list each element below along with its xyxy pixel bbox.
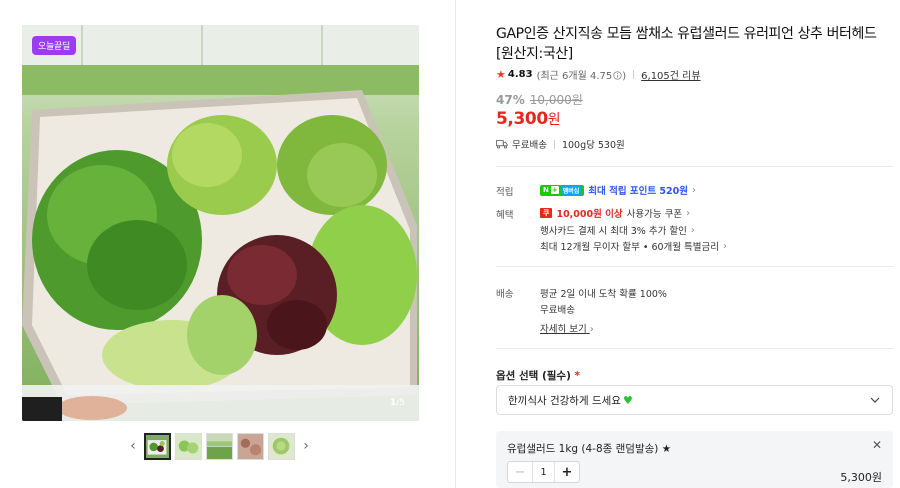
thumbnail-2[interactable]	[175, 432, 202, 460]
truck-icon	[496, 140, 508, 149]
discount-rate: 47%	[496, 93, 525, 107]
main-product-image[interactable]: 오늘끝딜 1/5	[22, 25, 419, 421]
thumbnail-image	[269, 433, 294, 459]
original-price: 10,000원	[529, 93, 583, 107]
delivery-eta: 평균 2일 이내 도착 확률 100%	[540, 289, 667, 300]
recent-rating: (최근 6개월 4.75)	[537, 67, 627, 82]
card-discount-text: 행사카드 결제 시 최대 3% 추가 할인	[540, 226, 687, 237]
delivery-detail-text: 자세히 보기	[540, 324, 587, 335]
coupon-amount: 10,000원 이상	[556, 209, 623, 220]
rating-separator	[633, 70, 635, 79]
thumbnail-4[interactable]	[237, 432, 264, 460]
divider	[496, 166, 894, 167]
npay-plus: +	[550, 186, 559, 194]
rating-score: 4.83	[507, 69, 533, 80]
close-icon[interactable]: ✕	[872, 438, 882, 452]
chevron-right-icon: ›	[686, 207, 691, 219]
green-heart-icon: ♥	[622, 393, 633, 407]
chevron-down-icon	[870, 397, 880, 403]
delivery-detail-link[interactable]: 자세히 보기 ›	[540, 321, 594, 335]
shipping-separator	[553, 139, 555, 149]
thumbnail-image	[238, 433, 263, 459]
product-info-panel: GAP인증 산지직송 모듬 쌈채소 유럽샐러드 유러피언 상추 버터헤드 [원산…	[496, 0, 894, 488]
column-divider	[455, 0, 456, 488]
divider	[496, 348, 894, 349]
sale-price: 5,300원	[496, 109, 561, 129]
coupon-row[interactable]: 쿠 10,000원 이상 사용가능 쿠폰 ›	[540, 206, 690, 220]
product-title: GAP인증 산지직송 모듬 쌈채소 유럽샐러드 유러피언 상추 버터헤드 [원산…	[496, 26, 877, 62]
chevron-right-icon: ›	[691, 184, 696, 196]
chevron-right-icon: ›	[303, 438, 309, 454]
option-label: 옵션 선택 (필수) *	[496, 368, 580, 383]
option-selected-value-wrap: 한끼식사 건강하게 드세요 ♥	[508, 393, 633, 408]
option-selected-value: 한끼식사 건강하게 드세요	[508, 394, 621, 407]
required-mark: *	[574, 370, 581, 382]
thumbnail-strip: ‹ ›	[126, 431, 313, 461]
selected-option-price: 5,300원	[840, 471, 882, 484]
thumbnail-image	[146, 434, 169, 458]
chevron-right-icon: ›	[723, 240, 727, 252]
coupon-text: 사용가능 쿠폰	[626, 209, 683, 220]
star-icon: ★	[496, 68, 506, 81]
installment-row[interactable]: 최대 12개월 무이자 할부 • 60개월 특별금리 ›	[540, 239, 727, 254]
delivery-label: 배송	[496, 289, 514, 300]
sale-price-amount: 5,300	[496, 109, 548, 129]
installment-text: 최대 12개월 무이자 할부 • 60개월 특별금리	[540, 242, 719, 253]
rating-row: ★ 4.83 (최근 6개월 4.75) 6,105건 리뷰	[496, 67, 701, 82]
image-counter: 1/5	[390, 398, 405, 408]
lettuce-box-photo	[22, 25, 419, 421]
quantity-stepper: − 1 +	[507, 461, 580, 483]
selected-option-box: 유럽샐러드 1kg (4-8종 랜덤발송) ★ ✕ − 1 + 5,300원	[496, 431, 893, 488]
thumbnail-next-button[interactable]: ›	[299, 432, 313, 460]
max-points-text: 최대 적립 포인트 520원	[588, 186, 688, 197]
quantity-decrease-button[interactable]: −	[508, 462, 532, 482]
points-label: 적립	[496, 187, 514, 198]
npay-n: N	[543, 186, 549, 194]
today-deal-badge: 오늘끝딜	[32, 36, 76, 55]
recent-rating-text: (최근 6개월 4.75	[536, 71, 613, 82]
thumbnail-prev-button[interactable]: ‹	[126, 432, 140, 460]
quantity-value[interactable]: 1	[532, 462, 555, 482]
npay-membership-badge: N + 멤버십	[540, 184, 585, 196]
coupon-icon: 쿠	[540, 208, 553, 218]
points-row[interactable]: N + 멤버십 최대 적립 포인트 520원 ›	[540, 183, 696, 197]
shipping-row: 무료배송 100g당 530원	[496, 137, 625, 151]
option-label-text: 옵션 선택 (필수)	[496, 370, 571, 382]
chevron-right-icon: ›	[690, 224, 695, 236]
thumbnail-image	[176, 433, 201, 459]
option-select[interactable]: 한끼식사 건강하게 드세요 ♥	[496, 385, 893, 415]
delivery-fee: 무료배송	[540, 305, 575, 316]
recent-rating-close: )	[622, 71, 627, 82]
npay-membership: 멤버십	[560, 185, 582, 195]
chevron-right-icon: ›	[589, 324, 594, 335]
benefits-label: 혜택	[496, 210, 514, 221]
review-count-link[interactable]: 6,105건 리뷰	[641, 67, 700, 82]
discount-row: 47% 10,000원	[496, 91, 583, 108]
thumbnail-1[interactable]	[144, 432, 171, 460]
chevron-left-icon: ‹	[130, 438, 136, 454]
quantity-increase-button[interactable]: +	[555, 462, 579, 482]
product-gallery: 오늘끝딜 1/5 ‹ ›	[0, 0, 455, 488]
thumbnail-3[interactable]	[206, 432, 233, 460]
thumbnail-image	[207, 433, 232, 459]
sale-price-currency: 원	[547, 112, 561, 128]
selected-option-name: 유럽샐러드 1kg (4-8종 랜덤발송) ★	[507, 443, 672, 455]
shipping-fee: 무료배송	[512, 140, 547, 151]
thumbnail-5[interactable]	[268, 432, 295, 460]
info-circle-icon[interactable]	[613, 71, 622, 80]
unit-price: 100g당 530원	[561, 140, 625, 151]
image-counter-total: /5	[396, 398, 405, 408]
divider	[496, 266, 894, 267]
card-discount-row[interactable]: 행사카드 결제 시 최대 3% 추가 할인 ›	[540, 223, 695, 238]
